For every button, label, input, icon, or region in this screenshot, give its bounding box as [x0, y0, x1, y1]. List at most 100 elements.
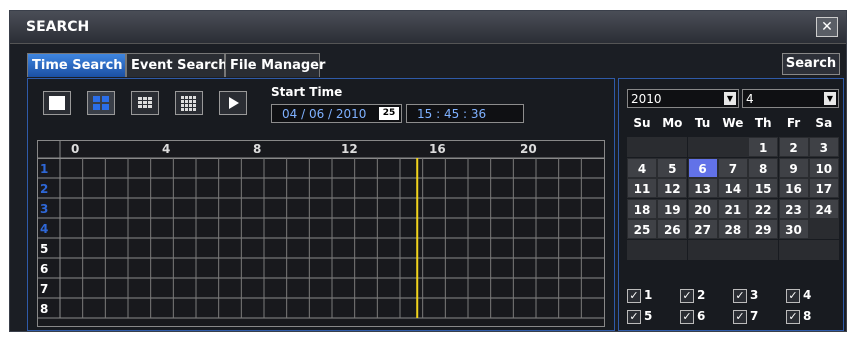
timeline-grid[interactable]: 0 4 8 12 16 20 1 2 3 4 5 6 7 8: [37, 140, 605, 327]
calendar-day[interactable]: 15: [748, 178, 779, 198]
start-date-value: 04 / 06 / 2010: [282, 107, 367, 121]
channel-checkbox-2[interactable]: ✓ 2: [680, 286, 730, 304]
weekday-header: Mo: [662, 116, 683, 130]
channel-checkbox-label: 7: [750, 309, 759, 323]
title-bar: SEARCH ✕: [10, 11, 846, 44]
channel-checkbox-3[interactable]: ✓ 3: [733, 286, 783, 304]
calendar-day[interactable]: 4: [627, 157, 657, 178]
checkmark-icon[interactable]: ✓: [627, 309, 641, 324]
year-select[interactable]: 2010 ▼: [627, 89, 739, 108]
calendar-day[interactable]: 16: [778, 178, 809, 198]
calendar-day[interactable]: 21: [717, 198, 748, 219]
calendar-day[interactable]: 12: [657, 178, 688, 198]
sixteen-screen-icon: [181, 96, 196, 111]
checkmark-icon[interactable]: ✓: [733, 288, 747, 303]
weekday-header: Tu: [694, 116, 711, 130]
nine-view-button[interactable]: [131, 91, 159, 115]
calendar-day[interactable]: 17: [808, 178, 839, 198]
channel-checkbox-5[interactable]: ✓ 5: [627, 307, 677, 325]
search-button[interactable]: Search: [782, 53, 840, 75]
calendar-empty-cell: [717, 239, 748, 260]
play-button[interactable]: [219, 91, 247, 115]
channel-checkbox-label: 8: [803, 309, 812, 323]
calendar-day[interactable]: 29: [748, 219, 779, 239]
calendar-day[interactable]: 5: [657, 157, 688, 178]
calendar-day[interactable]: 26: [657, 219, 688, 239]
calendar-day[interactable]: 24: [808, 198, 839, 219]
chevron-down-icon[interactable]: ▼: [724, 92, 736, 105]
calendar-day[interactable]: 10: [808, 157, 839, 178]
checkmark-icon[interactable]: ✓: [786, 309, 800, 324]
channel-checkbox-1[interactable]: ✓ 1: [627, 286, 677, 304]
weekday-header: Su: [633, 116, 651, 130]
calendar-panel: 2010 ▼ 4 ▼ Su Mo Tu We Th Fr Sa 1 2 3 4 5 6 7 8 9 10 11 12…: [618, 78, 844, 331]
calendar-day[interactable]: 22: [748, 198, 779, 219]
calendar-empty-cell: [808, 239, 839, 260]
checkmark-icon[interactable]: ✓: [733, 309, 747, 324]
start-time-label: Start Time: [271, 85, 343, 99]
calendar-day[interactable]: 7: [717, 157, 748, 178]
window-title: SEARCH: [26, 19, 90, 35]
nine-screen-icon: [138, 97, 152, 108]
close-button[interactable]: ✕: [816, 17, 838, 37]
calendar-day[interactable]: 25: [627, 219, 657, 239]
search-window: SEARCH ✕ Time Search Event Search File M…: [9, 10, 847, 332]
calendar-day[interactable]: 6: [687, 157, 718, 178]
checkmark-icon[interactable]: ✓: [786, 288, 800, 303]
calendar-day[interactable]: 13: [687, 178, 718, 198]
calendar-day[interactable]: 14: [717, 178, 748, 198]
sixteen-view-button[interactable]: [175, 91, 203, 115]
channel-checkboxes: ✓ 1 ✓ 2 ✓ 3 ✓ 4 ✓ 5 ✓ 6 ✓ 7 ✓ 8: [627, 286, 839, 326]
calendar-day[interactable]: 11: [627, 178, 657, 198]
quad-view-button[interactable]: [87, 91, 115, 115]
quad-screen-icon: [93, 96, 109, 110]
weekday-header: Sa: [815, 116, 833, 130]
calendar-day[interactable]: 8: [748, 157, 779, 178]
calendar-day[interactable]: 18: [627, 198, 657, 219]
month-value: 4: [746, 92, 754, 106]
chevron-down-icon[interactable]: ▼: [824, 92, 836, 105]
single-view-button[interactable]: [43, 91, 71, 115]
channel-checkbox-label: 5: [644, 309, 653, 323]
calendar-day[interactable]: 9: [778, 157, 809, 178]
calendar-day[interactable]: 3: [808, 137, 839, 157]
channel-checkbox-6[interactable]: ✓ 6: [680, 307, 730, 325]
calendar-empty-cell: [687, 137, 718, 157]
calendar-day[interactable]: 19: [657, 198, 688, 219]
tab-time-search[interactable]: Time Search: [27, 53, 126, 77]
weekday-header: We: [722, 116, 744, 130]
calendar-day[interactable]: 23: [778, 198, 809, 219]
play-icon: [229, 97, 239, 109]
timeline-grid-lines: [38, 141, 604, 319]
channel-checkbox-8[interactable]: ✓ 8: [786, 307, 836, 325]
calendar-empty-cell: [717, 137, 748, 157]
year-value: 2010: [631, 92, 662, 106]
start-time-field[interactable]: 15 : 45 : 36: [406, 104, 524, 123]
calendar-day[interactable]: 1: [748, 137, 779, 157]
time-search-panel: Start Time 04 / 06 / 2010 25 15 : 45 : 3…: [27, 78, 615, 331]
checkmark-icon[interactable]: ✓: [680, 288, 694, 303]
calendar-empty-cell: [657, 239, 688, 260]
calendar-day[interactable]: 30: [778, 219, 809, 239]
calendar-empty-cell: [778, 239, 809, 260]
channel-checkbox-label: 4: [803, 288, 812, 302]
weekday-header: Fr: [786, 116, 801, 130]
channel-checkbox-4[interactable]: ✓ 4: [786, 286, 836, 304]
tab-file-manager[interactable]: File Manager: [225, 53, 325, 77]
calendar-empty-cell: [627, 137, 657, 157]
calendar-icon[interactable]: 25: [379, 107, 399, 120]
calendar-day[interactable]: 27: [687, 219, 718, 239]
checkmark-icon[interactable]: ✓: [627, 288, 641, 303]
channel-checkbox-label: 6: [697, 309, 706, 323]
start-date-field[interactable]: 04 / 06 / 2010 25: [271, 104, 402, 123]
calendar-day[interactable]: 20: [687, 198, 718, 219]
calendar-day[interactable]: 28: [717, 219, 748, 239]
calendar-empty-cell: [687, 239, 718, 260]
calendar-day[interactable]: 2: [778, 137, 809, 157]
month-select[interactable]: 4 ▼: [742, 89, 839, 108]
tab-event-search[interactable]: Event Search: [126, 53, 228, 77]
calendar-empty-cell: [627, 239, 657, 260]
channel-checkbox-7[interactable]: ✓ 7: [733, 307, 783, 325]
checkmark-icon[interactable]: ✓: [680, 309, 694, 324]
weekday-header: Th: [754, 116, 772, 130]
